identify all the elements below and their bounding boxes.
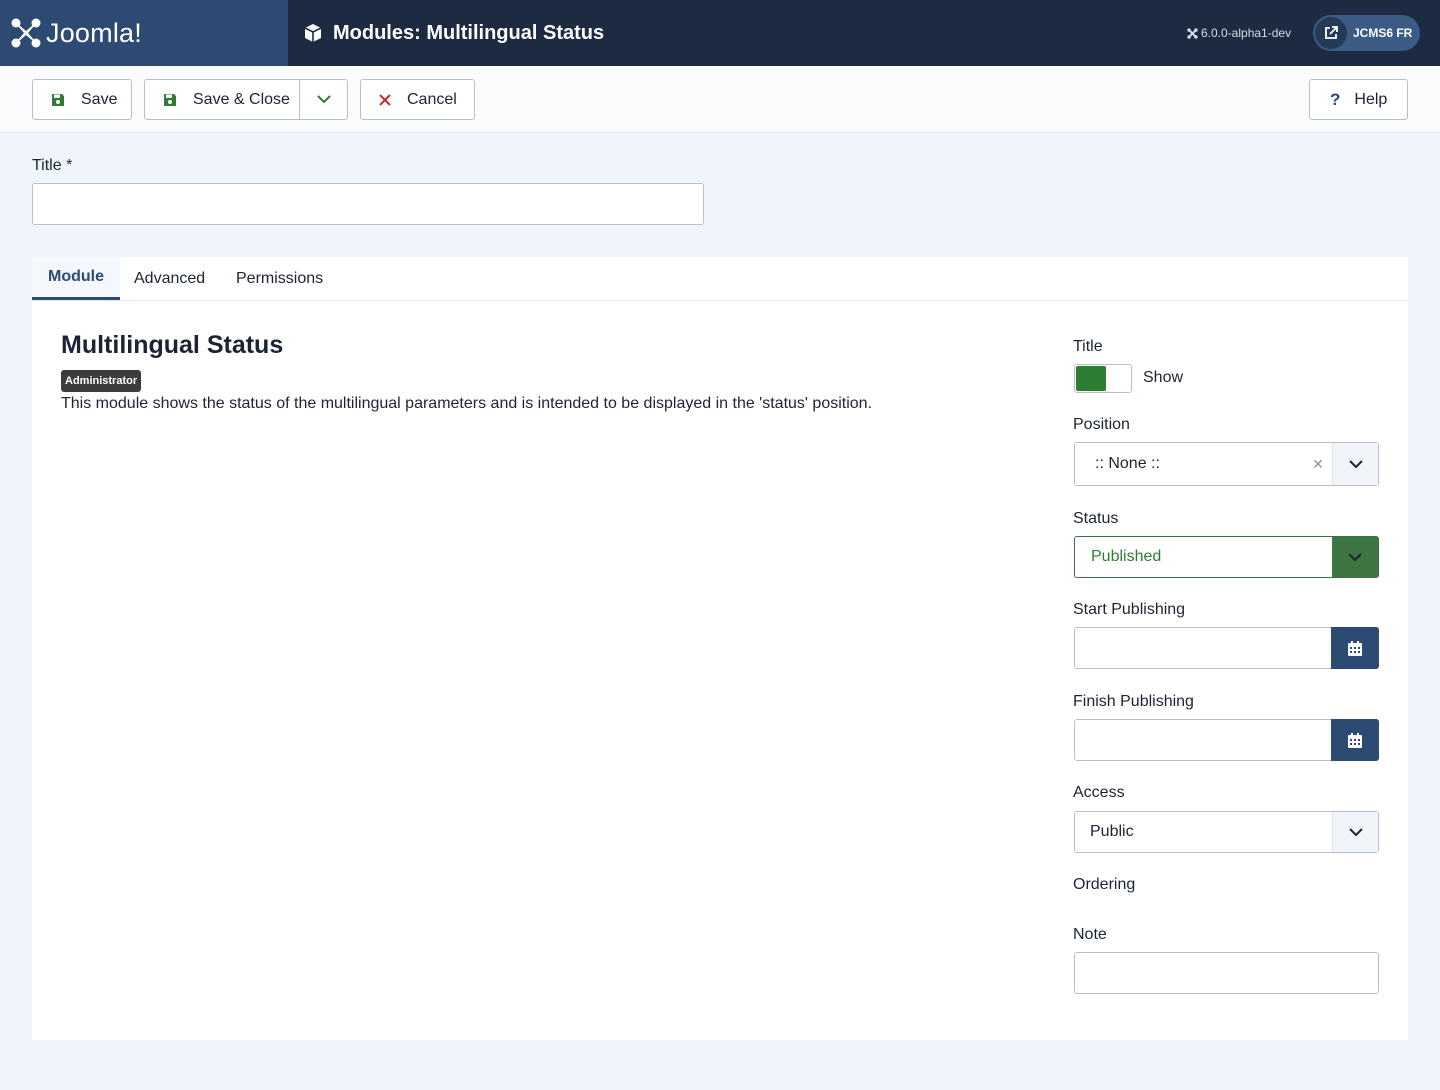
floppy-disk-icon bbox=[51, 93, 65, 107]
switch-on-indicator bbox=[1076, 366, 1106, 391]
calendar-icon bbox=[1348, 640, 1362, 656]
question-icon: ? bbox=[1330, 89, 1341, 109]
finish-publishing-input[interactable] bbox=[1074, 719, 1379, 761]
tab-bar: Module Advanced Permissions bbox=[32, 257, 1408, 301]
clear-icon[interactable]: ✕ bbox=[1304, 456, 1332, 473]
show-title-switch-text: Show bbox=[1143, 369, 1184, 386]
access-dropdown[interactable] bbox=[1332, 812, 1378, 852]
ordering-label: Ordering bbox=[1073, 876, 1136, 893]
joomla-logo-icon bbox=[10, 17, 42, 49]
cancel-label: Cancel bbox=[407, 90, 457, 108]
toolbar: Save Save & Close Cancel ? Help bbox=[0, 66, 1440, 133]
status-label: Status bbox=[1073, 510, 1119, 527]
client-badge: Administrator bbox=[61, 370, 142, 392]
access-value: Public bbox=[1090, 823, 1134, 840]
help-label: Help bbox=[1354, 90, 1388, 108]
access-select[interactable]: Public bbox=[1074, 811, 1379, 853]
save-label: Save bbox=[81, 90, 118, 108]
chevron-down-icon bbox=[1348, 552, 1362, 561]
note-input[interactable] bbox=[1074, 952, 1379, 994]
tab-module[interactable]: Module bbox=[32, 257, 120, 300]
start-calendar-button[interactable] bbox=[1331, 627, 1379, 669]
joomla-brand-text: Joomla! bbox=[46, 17, 142, 48]
show-title-switch[interactable] bbox=[1074, 364, 1132, 393]
position-label: Position bbox=[1073, 416, 1130, 433]
chevron-down-icon bbox=[317, 95, 331, 104]
help-button[interactable]: ? Help bbox=[1309, 79, 1408, 120]
position-dropdown[interactable] bbox=[1332, 443, 1378, 485]
start-publishing-input[interactable] bbox=[1074, 627, 1379, 669]
cancel-button[interactable]: Cancel bbox=[360, 79, 475, 120]
finish-calendar-button[interactable] bbox=[1331, 719, 1379, 761]
tab-advanced[interactable]: Advanced bbox=[118, 257, 221, 300]
access-label: Access bbox=[1073, 784, 1125, 801]
top-header: Joomla! Modules: Multilingual Status 6.0… bbox=[0, 0, 1440, 66]
module-name: Multilingual Status bbox=[61, 331, 284, 359]
save-close-label: Save & Close bbox=[193, 90, 290, 108]
save-close-button[interactable]: Save & Close bbox=[144, 79, 348, 120]
note-label: Note bbox=[1073, 926, 1107, 943]
version-info: 6.0.0-alpha1-dev bbox=[1187, 0, 1291, 66]
page-title-text: Modules: Multilingual Status bbox=[333, 21, 605, 44]
version-text: 6.0.0-alpha1-dev bbox=[1201, 26, 1292, 40]
site-name: JCMS6 FR bbox=[1353, 26, 1413, 40]
module-panel: Module Advanced Permissions Multilingual… bbox=[32, 257, 1408, 1040]
chevron-down-icon bbox=[1348, 459, 1363, 468]
chevron-down-icon bbox=[1348, 827, 1363, 836]
view-site-button[interactable]: JCMS6 FR bbox=[1313, 15, 1420, 51]
title-input[interactable] bbox=[32, 183, 704, 225]
status-value: Published bbox=[1091, 548, 1162, 565]
calendar-icon bbox=[1348, 732, 1362, 748]
joomla-small-icon bbox=[1187, 27, 1198, 39]
finish-publishing-label: Finish Publishing bbox=[1073, 693, 1194, 710]
status-select[interactable]: Published bbox=[1074, 536, 1379, 578]
close-icon bbox=[379, 93, 391, 106]
tab-permissions[interactable]: Permissions bbox=[220, 257, 339, 300]
status-dropdown[interactable] bbox=[1332, 537, 1378, 577]
position-select[interactable]: :: None :: ✕ bbox=[1074, 442, 1379, 486]
position-value: :: None :: bbox=[1095, 455, 1160, 472]
page-title: Modules: Multilingual Status bbox=[303, 0, 604, 66]
external-link-icon bbox=[1315, 17, 1347, 49]
title-label: Title * bbox=[32, 157, 73, 174]
show-title-label: Title bbox=[1073, 338, 1103, 355]
module-description: This module shows the status of the mult… bbox=[61, 395, 873, 412]
floppy-disk-icon bbox=[163, 93, 177, 107]
save-button[interactable]: Save bbox=[32, 79, 132, 120]
cube-icon bbox=[303, 23, 323, 43]
save-options-dropdown[interactable] bbox=[300, 80, 348, 119]
start-publishing-label: Start Publishing bbox=[1073, 601, 1186, 618]
joomla-logo[interactable]: Joomla! bbox=[0, 0, 288, 66]
